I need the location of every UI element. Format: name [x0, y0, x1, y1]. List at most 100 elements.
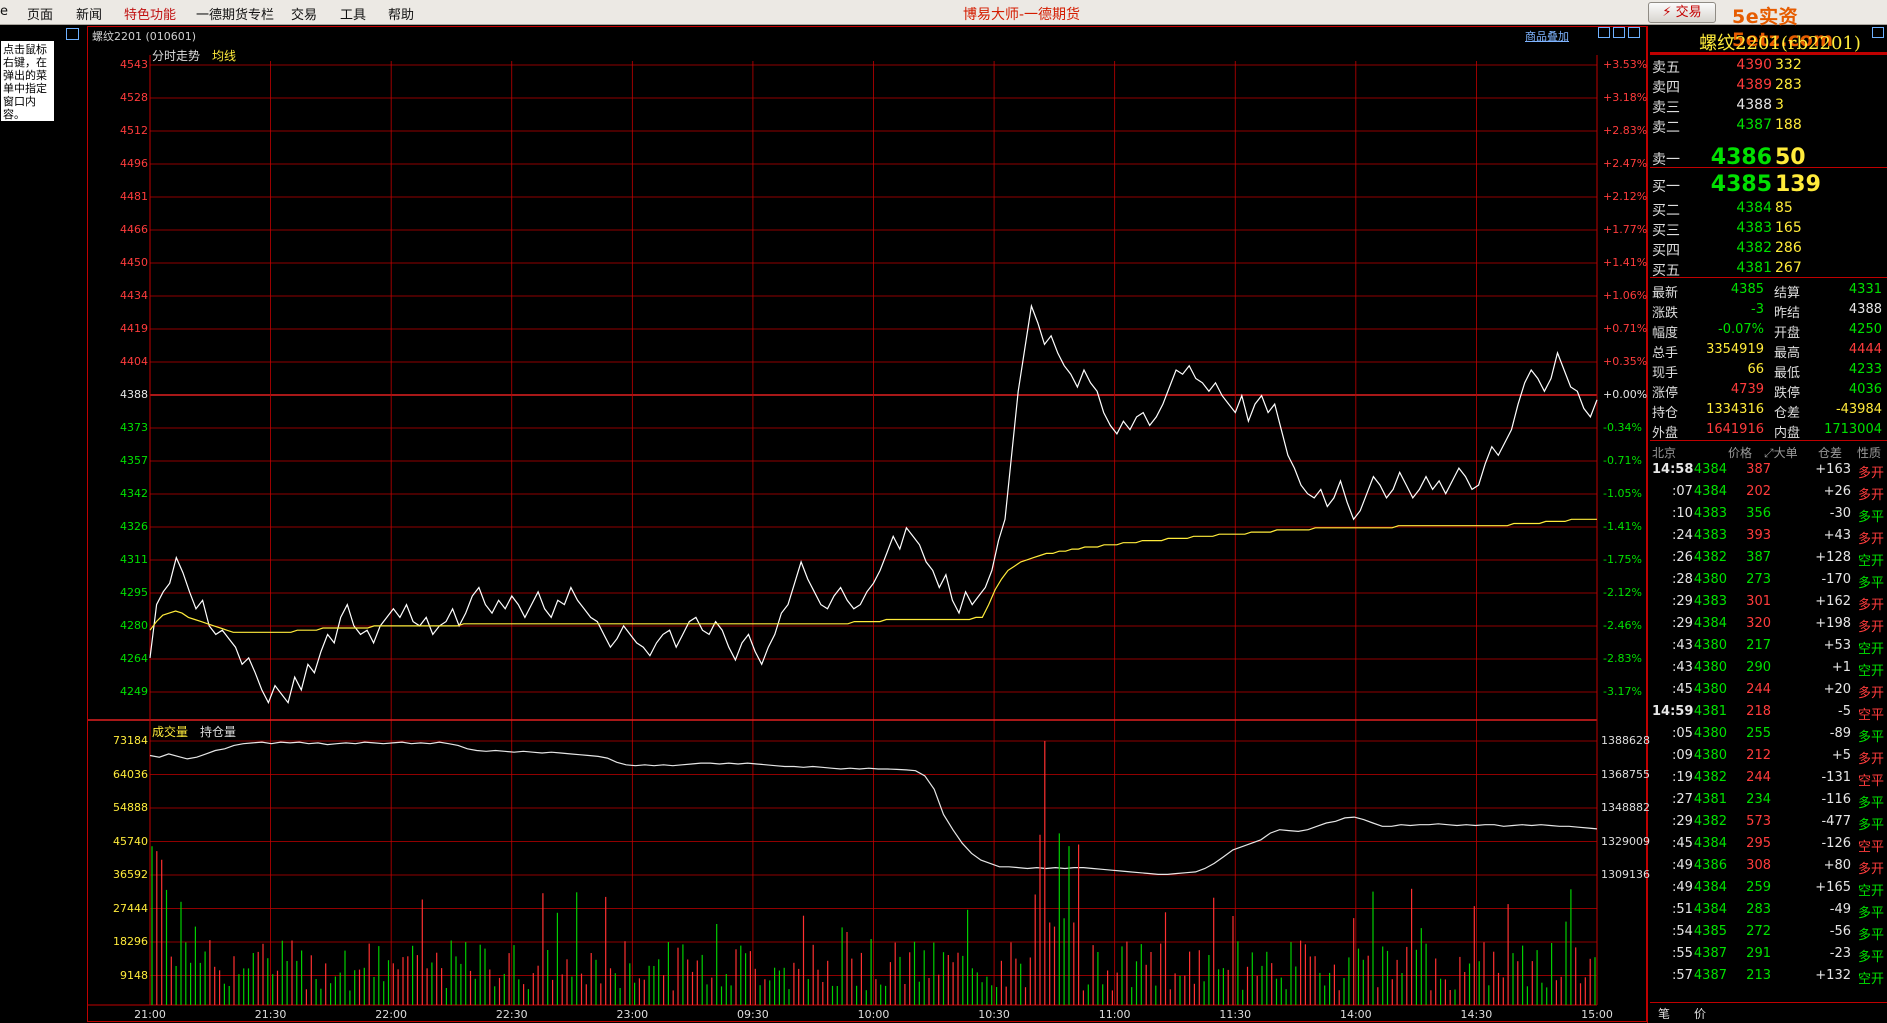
time-tick-label: 15:00 — [1581, 1008, 1613, 1021]
percent-tick-label: -1.75% — [1603, 553, 1642, 566]
tick-volume: 393 — [1746, 528, 1771, 543]
tick-row[interactable]: :07 4384 202 +26 多开 — [1650, 484, 1887, 506]
ask-level-3[interactable]: 卖三 4388 3 — [1652, 97, 1882, 117]
tick-nature: 空开 — [1858, 884, 1885, 899]
volume-tick-label: 27444 — [113, 901, 148, 915]
tick-nature: 多平 — [1858, 730, 1885, 745]
tick-row[interactable]: 14:59 4381 218 -5 空平 — [1650, 704, 1887, 726]
ask-level-1[interactable]: 卖一 4386 50 — [1652, 145, 1882, 170]
tick-row[interactable]: :51 4384 283 -49 多平 — [1650, 902, 1887, 924]
tick-row[interactable]: :55 4387 291 -23 多平 — [1650, 946, 1887, 968]
ask-level-5[interactable]: 卖五 4390 332 — [1652, 57, 1882, 77]
quote-label: 最低 — [1774, 366, 1801, 381]
volume-tick-label: 36592 — [113, 868, 148, 881]
tick-nature: 空开 — [1858, 664, 1885, 679]
quote-value: 1334316 — [1706, 402, 1764, 417]
tick-price: 4385 — [1693, 924, 1727, 939]
tick-oi-diff: -116 — [1821, 792, 1851, 807]
tick-row[interactable]: :28 4380 273 -170 多平 — [1650, 572, 1887, 594]
tick-row[interactable]: :29 4382 573 -477 多平 — [1650, 814, 1887, 836]
level-price: 4385 — [1710, 172, 1772, 197]
tick-row[interactable]: :29 4383 301 +162 多开 — [1650, 594, 1887, 616]
bid-level-3[interactable]: 买三 4383 165 — [1652, 220, 1882, 240]
quote-value: 66 — [1747, 362, 1764, 377]
tab-price[interactable]: 价 — [1694, 1005, 1706, 1022]
tick-row[interactable]: :10 4383 356 -30 多平 — [1650, 506, 1887, 528]
tick-row[interactable]: :54 4385 272 -56 多平 — [1650, 924, 1887, 946]
quote-label: 涨跌 — [1652, 306, 1679, 321]
tick-oi-diff: -49 — [1829, 902, 1851, 917]
quote-row: 涨跌 -3 昨结 4388 — [1652, 302, 1882, 322]
bid-level-1[interactable]: 买一 4385 139 — [1652, 172, 1882, 197]
tick-row[interactable]: :27 4381 234 -116 多平 — [1650, 792, 1887, 814]
level-label: 买四 — [1652, 243, 1680, 259]
tick-oi-diff: -126 — [1821, 836, 1851, 851]
level-price: 4381 — [1736, 260, 1772, 276]
tick-row[interactable]: :05 4380 255 -89 多平 — [1650, 726, 1887, 748]
tick-time: :45 — [1672, 682, 1693, 697]
quote-value: 1713004 — [1824, 422, 1882, 437]
tick-price: 4386 — [1693, 858, 1727, 873]
tick-time: :09 — [1672, 748, 1693, 763]
level-quantity: 3 — [1775, 97, 1784, 113]
tick-price: 4380 — [1693, 638, 1727, 653]
time-tick-label: 09:30 — [737, 1008, 769, 1021]
tick-row[interactable]: :49 4386 308 +80 多开 — [1650, 858, 1887, 880]
price-tick-label: 4264 — [120, 652, 148, 665]
tab-trades[interactable]: 笔 — [1658, 1005, 1670, 1022]
tick-volume: 387 — [1746, 550, 1771, 565]
level-quantity: 165 — [1775, 220, 1802, 236]
tick-nature: 空开 — [1858, 642, 1885, 657]
tick-oi-diff: +165 — [1815, 880, 1851, 895]
tick-header-big-order[interactable]: ⤢大单 — [1764, 444, 1798, 461]
tick-row[interactable]: :19 4382 244 -131 空平 — [1650, 770, 1887, 792]
tick-price: 4382 — [1693, 770, 1727, 785]
quote-row: 总手 3354919 最高 4444 — [1652, 342, 1882, 362]
ask-level-2[interactable]: 卖二 4387 188 — [1652, 117, 1882, 137]
bid-level-2[interactable]: 买二 4384 85 — [1652, 200, 1882, 220]
tick-time: :29 — [1672, 616, 1693, 631]
level-price: 4389 — [1736, 77, 1772, 93]
tick-nature: 多开 — [1858, 532, 1885, 547]
tick-oi-diff: -89 — [1829, 726, 1851, 741]
ask-level-4[interactable]: 卖四 4389 283 — [1652, 77, 1882, 97]
tick-row[interactable]: :57 4387 213 +132 空开 — [1650, 968, 1887, 990]
tick-row[interactable]: :45 4384 295 -126 空平 — [1650, 836, 1887, 858]
quote-label: 最高 — [1774, 346, 1801, 361]
tick-row[interactable]: :43 4380 217 +53 空开 — [1650, 638, 1887, 660]
tick-price: 4382 — [1693, 814, 1727, 829]
tick-volume: 244 — [1746, 682, 1771, 697]
tick-row[interactable]: 14:58 4384 387 +163 多开 — [1650, 462, 1887, 484]
time-tick-label: 21:00 — [134, 1008, 166, 1021]
tick-oi-diff: +53 — [1823, 638, 1851, 653]
percent-tick-label: -2.12% — [1603, 586, 1642, 599]
tick-oi-diff: +80 — [1823, 858, 1851, 873]
trade-button[interactable]: ⚡ 交易 — [1648, 2, 1716, 23]
quote-value: 3354919 — [1706, 342, 1764, 357]
level-label: 卖三 — [1652, 100, 1680, 116]
time-tick-label: 14:30 — [1460, 1008, 1493, 1021]
tick-row[interactable]: :09 4380 212 +5 多开 — [1650, 748, 1887, 770]
level-quantity: 332 — [1775, 57, 1802, 73]
tick-row[interactable]: :24 4383 393 +43 多开 — [1650, 528, 1887, 550]
tick-nature: 多平 — [1858, 576, 1885, 591]
tick-price: 4380 — [1693, 660, 1727, 675]
quote-label: 仓差 — [1774, 406, 1801, 421]
tick-row[interactable]: :29 4384 320 +198 多开 — [1650, 616, 1887, 638]
tick-oi-diff: +162 — [1815, 594, 1851, 609]
quote-row: 外盘 1641916 内盘 1713004 — [1652, 422, 1882, 442]
quote-label: 涨停 — [1652, 386, 1679, 401]
tick-time: :29 — [1672, 594, 1693, 609]
price-tick-label: 4466 — [120, 223, 148, 236]
intraday-chart[interactable] — [0, 0, 1650, 1023]
price-tick-label: 4357 — [120, 454, 148, 467]
bid-level-4[interactable]: 买四 4382 286 — [1652, 240, 1882, 260]
tick-row[interactable]: :26 4382 387 +128 空开 — [1650, 550, 1887, 572]
tick-nature: 多开 — [1858, 488, 1885, 503]
price-tick-label: 4404 — [120, 355, 148, 368]
level-quantity: 267 — [1775, 260, 1802, 276]
quote-value: -3 — [1751, 302, 1764, 317]
tick-row[interactable]: :49 4384 259 +165 空开 — [1650, 880, 1887, 902]
tick-row[interactable]: :43 4380 290 +1 空开 — [1650, 660, 1887, 682]
tick-row[interactable]: :45 4380 244 +20 多开 — [1650, 682, 1887, 704]
